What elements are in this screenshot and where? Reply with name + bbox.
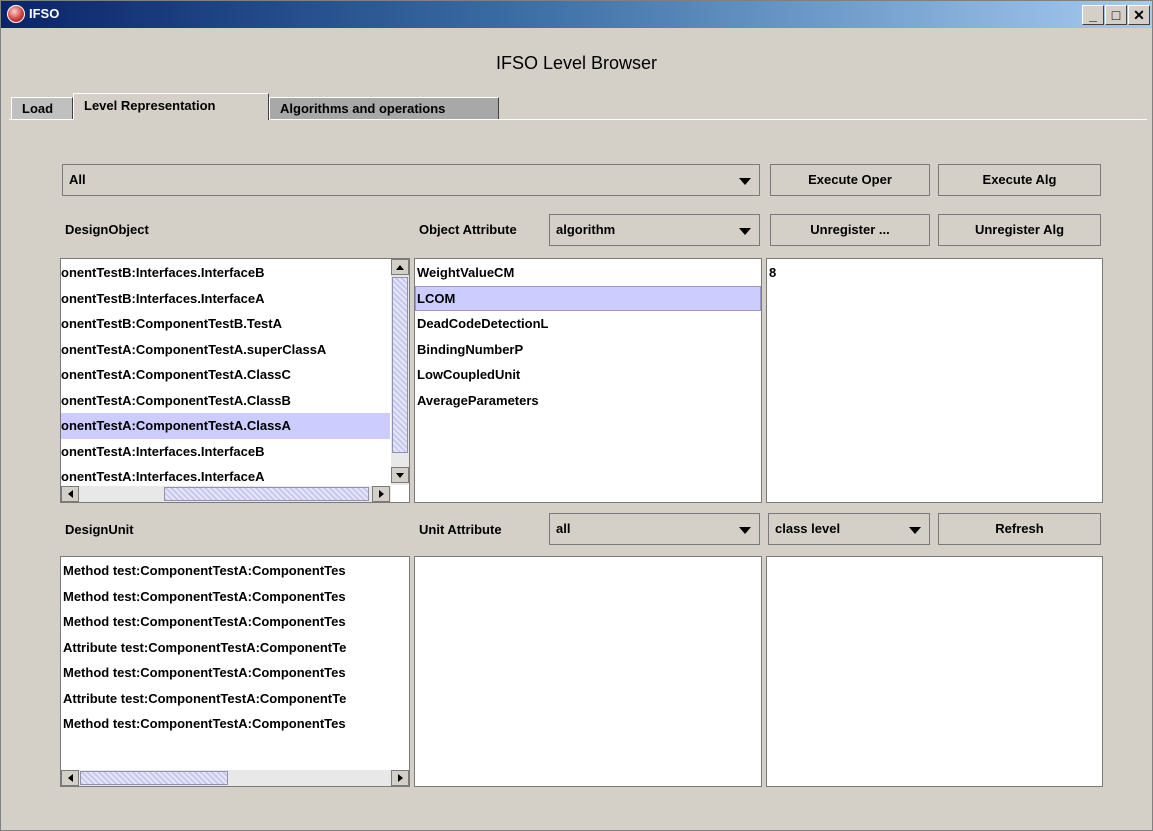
design-object-label: DesignObject (65, 222, 149, 237)
page-title: IFSO Level Browser (495, 53, 658, 73)
scroll-down-button[interactable] (391, 467, 409, 483)
scroll-right-button[interactable] (372, 486, 390, 502)
unregister-alg-button[interactable]: Unregister Alg (938, 214, 1101, 246)
vertical-scrollbar[interactable] (391, 259, 409, 485)
refresh-button[interactable]: Refresh (938, 513, 1101, 545)
object-attribute-combo-value: algorithm (556, 222, 616, 237)
scroll-left-button[interactable] (61, 486, 79, 502)
scroll-left-button[interactable] (61, 770, 79, 786)
list-item[interactable]: onentTestB:Interfaces.InterfaceB (61, 260, 390, 286)
list-item[interactable]: Attribute test:ComponentTestA:ComponentT… (63, 686, 407, 712)
arrow-up-icon (396, 265, 404, 270)
list-item[interactable]: onentTestA:ComponentTestA.ClassC (61, 362, 390, 388)
arrow-down-icon (396, 473, 404, 478)
maximize-button[interactable]: □ (1105, 5, 1127, 25)
attribute-value-panel: 8 (766, 258, 1103, 503)
arrow-left-icon (68, 490, 73, 498)
unregister-oper-button[interactable]: Unregister ... (770, 214, 930, 246)
horizontal-scrollbar[interactable] (61, 486, 391, 502)
design-object-list[interactable]: onentTestB:Interfaces.InterfaceB onentTe… (60, 258, 410, 503)
list-item[interactable]: AverageParameters (415, 388, 761, 414)
execute-oper-button[interactable]: Execute Oper (770, 164, 930, 196)
list-item[interactable]: LowCoupledUnit (415, 362, 761, 388)
list-item[interactable]: Method test:ComponentTestA:ComponentTes (63, 558, 407, 584)
list-item[interactable]: onentTestB:Interfaces.InterfaceA (61, 286, 390, 312)
app-icon (7, 5, 25, 23)
list-item[interactable]: onentTestB:ComponentTestB.TestA (61, 311, 390, 337)
unit-attribute-label: Unit Attribute (419, 522, 502, 537)
unit-attribute-list[interactable] (414, 556, 762, 787)
level-combo[interactable]: class level (768, 513, 930, 545)
list-item[interactable]: onentTestA:ComponentTestA.superClassA (61, 337, 390, 363)
chevron-down-icon (739, 527, 751, 534)
unit-attribute-combo[interactable]: all (549, 513, 760, 545)
list-item[interactable]: Method test:ComponentTestA:ComponentTes (63, 609, 407, 635)
arrow-left-icon (68, 774, 73, 782)
arrow-right-icon (379, 490, 384, 498)
arrow-right-icon (398, 774, 403, 782)
minimize-button[interactable]: _ (1082, 5, 1104, 25)
design-unit-label: DesignUnit (65, 522, 134, 537)
scroll-right-button[interactable] (391, 770, 409, 786)
title-bar[interactable]: IFSO _ □ ✕ (1, 1, 1152, 28)
filter-combo-value: All (69, 172, 86, 187)
level-combo-value: class level (775, 521, 841, 536)
scrollbar-thumb[interactable] (164, 487, 369, 501)
list-item[interactable]: BindingNumberP (415, 337, 761, 363)
scrollbar-thumb[interactable] (80, 771, 228, 785)
unit-value-panel (766, 556, 1103, 787)
scrollbar-thumb[interactable] (392, 277, 408, 453)
scroll-up-button[interactable] (391, 259, 409, 275)
list-item[interactable]: DeadCodeDetectionL (415, 311, 761, 337)
filter-combo[interactable]: All (62, 164, 760, 196)
main-window: IFSO _ □ ✕ IFSO Level Browser Load Level… (0, 0, 1153, 831)
list-item[interactable]: WeightValueCM (415, 260, 761, 286)
chevron-down-icon (739, 178, 751, 185)
list-item[interactable]: Method test:ComponentTestA:ComponentTes (63, 584, 407, 610)
unit-attribute-combo-value: all (556, 521, 571, 536)
list-item[interactable]: onentTestA:ComponentTestA.ClassB (61, 388, 390, 414)
horizontal-scrollbar[interactable] (61, 770, 409, 786)
tab-algorithms-and-operations[interactable]: Algorithms and operations (269, 97, 499, 119)
execute-alg-button[interactable]: Execute Alg (938, 164, 1101, 196)
attribute-value: 8 (769, 265, 777, 280)
list-item[interactable]: Method test:ComponentTestA:ComponentTes (63, 660, 407, 686)
close-button[interactable]: ✕ (1128, 5, 1150, 25)
tab-level-representation[interactable]: Level Representation (73, 93, 269, 120)
list-item[interactable]: Method test:ComponentTestA:ComponentTes (63, 711, 407, 737)
object-attribute-list[interactable]: WeightValueCM LCOM DeadCodeDetectionL Bi… (414, 258, 762, 503)
tab-load[interactable]: Load (11, 97, 73, 119)
window-title: IFSO (29, 6, 60, 21)
list-item[interactable]: Attribute test:ComponentTestA:ComponentT… (63, 635, 407, 661)
chevron-down-icon (739, 228, 751, 235)
chevron-down-icon (909, 527, 921, 534)
object-attribute-combo[interactable]: algorithm (549, 214, 760, 246)
list-item-selected[interactable]: LCOM (415, 285, 761, 311)
design-unit-list[interactable]: Method test:ComponentTestA:ComponentTes … (60, 556, 410, 787)
list-item[interactable]: onentTestA:Interfaces.InterfaceB (61, 439, 390, 465)
object-attribute-label: Object Attribute (419, 222, 517, 237)
list-item-selected[interactable]: onentTestA:ComponentTestA.ClassA (61, 413, 390, 439)
